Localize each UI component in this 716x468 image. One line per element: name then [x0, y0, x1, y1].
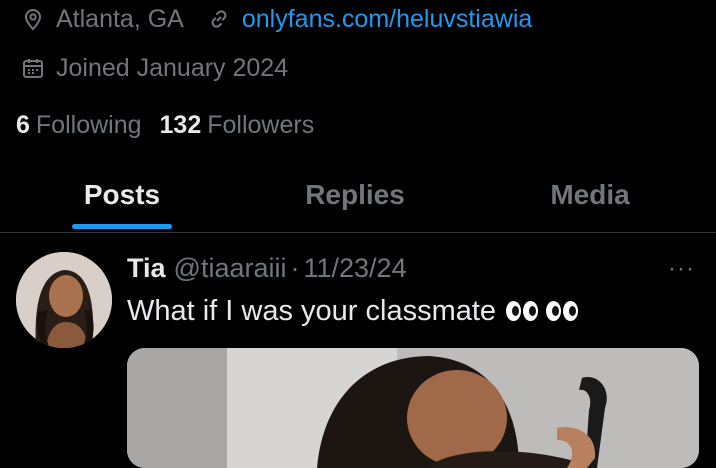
tweet-body: What if I was your classmate: [127, 292, 580, 330]
followers-link[interactable]: 132 Followers: [160, 111, 315, 140]
avatar[interactable]: [16, 252, 112, 348]
tweet-date[interactable]: 11/23/24: [303, 253, 406, 284]
website-link[interactable]: onlyfans.com/heluvstiawia: [242, 5, 532, 34]
tweet-media-image[interactable]: [127, 348, 699, 468]
author-handle[interactable]: @tiaaraiii: [174, 253, 287, 284]
profile-meta-row: Atlanta, GA onlyfans.com/heluvstiawia: [20, 2, 532, 36]
location-pin-icon: [20, 6, 46, 32]
calendar-icon: [20, 55, 46, 81]
joined-row: Joined January 2024: [20, 51, 288, 85]
active-tab-indicator: [72, 224, 172, 229]
tab-replies[interactable]: Replies: [270, 158, 440, 232]
tweet-header: Tia @tiaaraiii · 11/23/24: [127, 250, 407, 286]
followers-count: 132: [159, 110, 202, 139]
profile-tabs: Posts Replies Media: [0, 158, 716, 233]
more-options-button[interactable]: ···: [668, 255, 695, 283]
following-count: 6: [16, 110, 30, 139]
follow-stats: 6 Following 132 Followers: [16, 108, 314, 142]
header-separator: ·: [290, 252, 300, 283]
eyes-emoji: [546, 301, 580, 321]
followers-label: Followers: [207, 110, 315, 139]
location-text: Atlanta, GA: [56, 4, 184, 33]
following-label: Following: [35, 110, 142, 139]
tab-posts[interactable]: Posts: [40, 158, 204, 232]
tweet-text: What if I was your classmate: [127, 294, 497, 327]
following-link[interactable]: 6 Following: [16, 111, 142, 140]
link-icon: [206, 6, 232, 32]
joined-text: Joined January 2024: [56, 53, 289, 82]
tab-media[interactable]: Media: [510, 158, 670, 232]
author-name[interactable]: Tia: [127, 253, 166, 284]
eyes-emoji: [506, 301, 540, 321]
